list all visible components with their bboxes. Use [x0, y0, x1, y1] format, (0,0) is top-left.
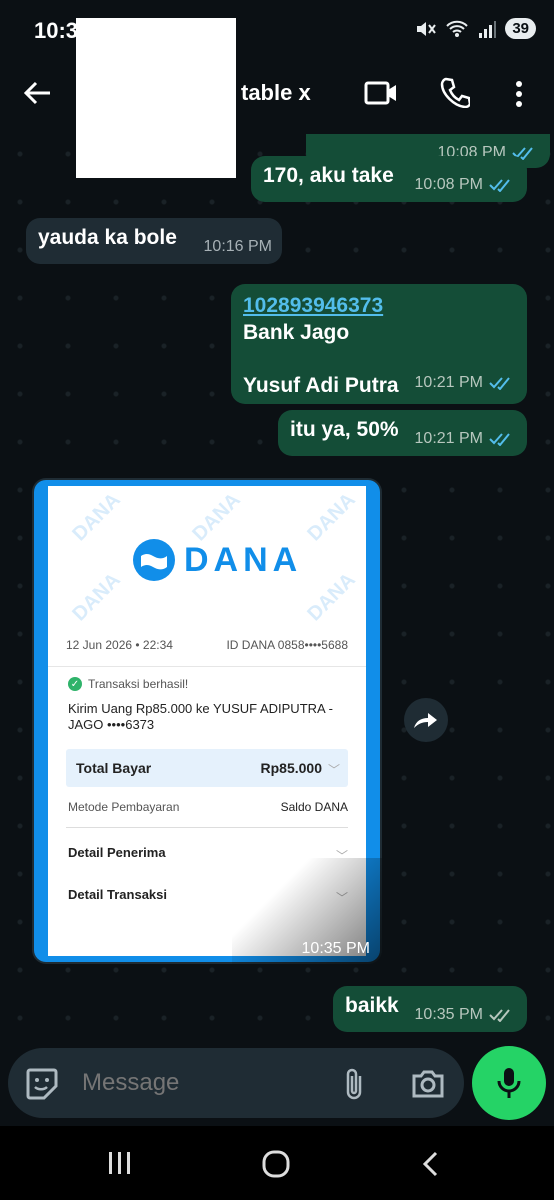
message-text: itu ya, 50%	[290, 418, 399, 441]
contact-name[interactable]: table x	[241, 80, 311, 106]
divider	[66, 827, 348, 828]
payment-method-label: Metode Pembayaran	[68, 800, 180, 814]
message-text: Bank Jago	[243, 321, 350, 344]
chevron-down-icon: ﹀	[327, 763, 340, 777]
message-input[interactable]	[80, 1068, 324, 1098]
camera-icon[interactable]	[410, 1066, 446, 1100]
message-time: 10:35 PM	[414, 1006, 483, 1023]
success-status: ✓ Transaksi berhasil!	[68, 677, 188, 691]
watermark: DANA	[68, 488, 125, 546]
watermark: DANA	[303, 488, 360, 546]
phone-call-icon[interactable]	[440, 76, 470, 108]
back-icon[interactable]	[420, 1150, 440, 1178]
recent-apps-icon[interactable]	[106, 1150, 134, 1176]
message-time: 10:16 PM	[203, 238, 272, 255]
forward-icon	[414, 713, 437, 728]
message-bubble[interactable]: 102893946373 Bank Jago Yusuf Adi Putra 1…	[231, 284, 527, 404]
home-icon[interactable]	[262, 1150, 290, 1178]
receipt-id: ID DANA 0858••••5688	[226, 638, 348, 652]
redacted-avatar-box	[76, 18, 236, 178]
message-time: 10:35 PM	[301, 940, 370, 957]
battery-indicator: 39	[505, 18, 536, 39]
transaction-detail-label: Detail Transaksi	[68, 887, 167, 902]
message-text: 170, aku take	[263, 164, 394, 187]
mute-icon	[417, 21, 437, 36]
voice-message-button[interactable]	[472, 1046, 546, 1120]
message-bubble[interactable]: 170, aku take 10:08 PM	[251, 156, 527, 202]
message-time: 10:21 PM	[414, 374, 483, 391]
read-ticks-icon	[489, 433, 510, 446]
more-options-icon[interactable]	[514, 80, 524, 108]
read-ticks-icon	[489, 376, 510, 390]
message-bubble[interactable]: yauda ka bole 10:16 PM	[26, 218, 282, 264]
wifi-icon	[446, 20, 469, 37]
receipt-image-message[interactable]: DANA DANA DANA DANA DANA DANA 12 Jun 202…	[32, 478, 382, 964]
clock: 10:3	[34, 18, 79, 43]
message-bubble[interactable]: baikk 10:35 PM	[333, 986, 527, 1032]
check-icon: ✓	[68, 677, 82, 691]
read-ticks-icon	[489, 179, 510, 192]
microphone-icon	[497, 1068, 521, 1098]
delivered-ticks-icon	[489, 1009, 510, 1022]
forward-button[interactable]	[404, 698, 448, 742]
watermark: DANA	[303, 568, 360, 626]
system-nav-bar	[0, 1126, 554, 1200]
watermark: DANA	[68, 568, 125, 626]
message-text: baikk	[345, 994, 399, 1017]
video-call-icon[interactable]	[364, 78, 398, 108]
total-row: Total Bayar Rp85.000 ﹀	[66, 749, 348, 787]
message-time: 10:21 PM	[414, 430, 483, 447]
sticker-icon[interactable]	[24, 1066, 60, 1102]
message-time: 10:08 PM	[414, 176, 483, 193]
receipt-date: 12 Jun 2026 • 22:34	[66, 638, 173, 652]
status-text: Transaksi berhasil!	[88, 677, 189, 691]
account-number-link[interactable]: 102893946373	[243, 292, 515, 319]
dana-logo: DANA	[132, 538, 302, 582]
signal-icon	[479, 20, 497, 38]
status-icons: 39	[415, 18, 536, 39]
total-value: Rp85.000	[260, 760, 322, 776]
recipient-detail-label: Detail Penerima	[68, 845, 166, 860]
transfer-description: Kirim Uang Rp85.000 ke YUSUF ADIPUTRA - …	[68, 701, 333, 732]
dana-logo-icon	[133, 539, 175, 581]
total-label: Total Bayar	[76, 760, 152, 776]
message-bubble[interactable]: itu ya, 50% 10:21 PM	[278, 410, 527, 456]
back-arrow-icon[interactable]	[22, 80, 52, 106]
attach-icon[interactable]	[340, 1066, 368, 1102]
message-text: yauda ka bole	[38, 226, 177, 249]
payment-method-value: Saldo DANA	[280, 800, 348, 814]
